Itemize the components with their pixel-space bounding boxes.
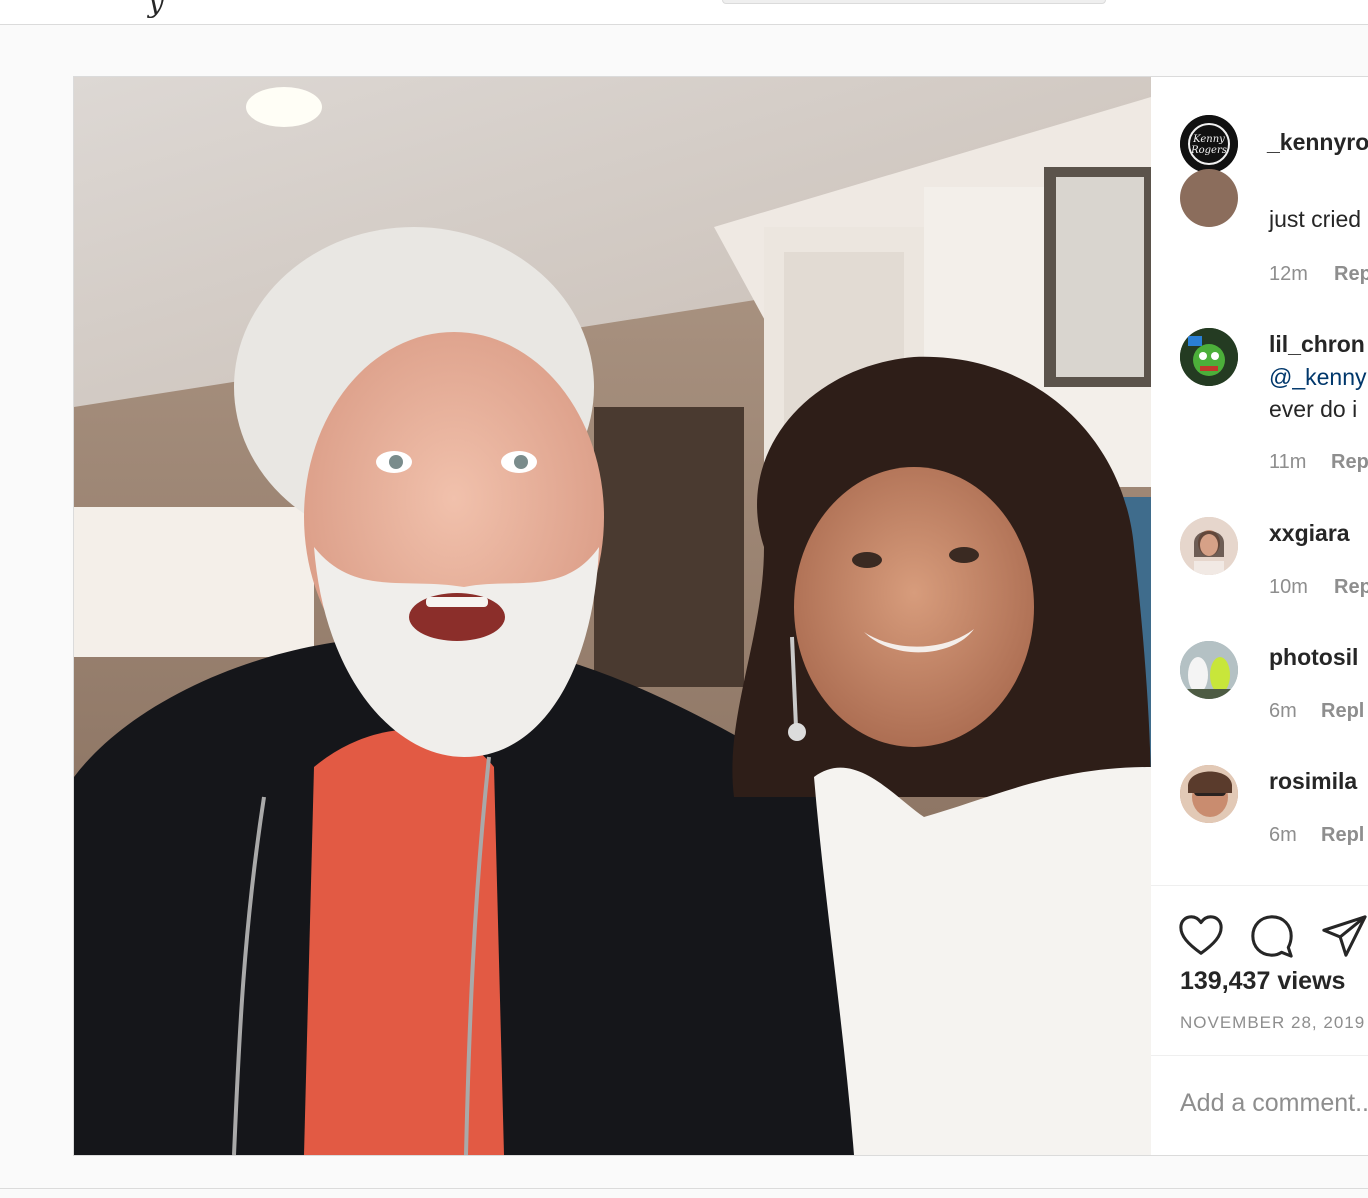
svg-text:Kenny: Kenny <box>1192 134 1225 145</box>
profile-photo-icon <box>1180 641 1238 699</box>
comment-text: just cried <box>1269 206 1362 232</box>
comment-time[interactable]: 12m <box>1269 263 1308 286</box>
add-comment-input[interactable]: Add a comment... <box>1180 1089 1368 1118</box>
post-date[interactable]: NOVEMBER 28, 2019 <box>1180 1013 1365 1033</box>
comment-time[interactable]: 10m <box>1269 576 1308 599</box>
comment-time[interactable]: 6m <box>1269 700 1297 723</box>
comment-username[interactable]: xxgiara <box>1269 520 1350 547</box>
reply-button[interactable]: Rep <box>1334 576 1368 599</box>
comment-username[interactable]: lil_chron <box>1269 331 1365 358</box>
svg-text:Rogers: Rogers <box>1190 145 1227 156</box>
reply-button[interactable]: Repl <box>1321 700 1364 723</box>
comment-time[interactable]: 6m <box>1269 824 1297 847</box>
owner-avatar[interactable]: Kenny Rogers <box>1180 115 1238 173</box>
reply-button[interactable]: Rep <box>1331 451 1368 474</box>
comment-bubble-icon[interactable] <box>1249 913 1295 959</box>
page-bottom-border <box>0 1188 1368 1189</box>
kenny-rogers-logo-icon: Kenny Rogers <box>1180 115 1238 173</box>
comment-box-divider <box>1151 1055 1368 1056</box>
profile-photo-icon <box>1180 517 1238 575</box>
commenter-avatar[interactable] <box>1180 169 1238 227</box>
instagram-logo[interactable]: y <box>148 0 164 19</box>
post-modal: Kenny Rogers _kennyro just cried 12m Rep <box>73 76 1368 1156</box>
commenter-avatar[interactable] <box>1180 328 1238 386</box>
paper-plane-icon[interactable] <box>1321 913 1367 959</box>
heart-icon[interactable] <box>1178 913 1224 959</box>
profile-photo-icon <box>1180 765 1238 823</box>
reply-button[interactable]: Rep <box>1334 263 1368 286</box>
post-video[interactable] <box>74 77 1151 1155</box>
search-input[interactable] <box>722 0 1106 4</box>
comment-text: ever do i <box>1269 396 1358 422</box>
comment-time[interactable]: 11m <box>1269 451 1306 474</box>
commenter-avatar[interactable] <box>1180 517 1238 575</box>
cartoon-avatar-icon <box>1180 328 1238 386</box>
commenter-avatar[interactable] <box>1180 765 1238 823</box>
comment-username[interactable]: photosil <box>1269 644 1358 671</box>
top-navigation-bar: y <box>0 0 1368 25</box>
owner-username[interactable]: _kennyro <box>1267 129 1368 156</box>
video-frame-image <box>74 77 1151 1155</box>
commenter-avatar[interactable] <box>1180 641 1238 699</box>
view-count[interactable]: 139,437 views <box>1180 967 1345 996</box>
comment-username[interactable]: rosimila <box>1269 768 1357 795</box>
post-sidebar: Kenny Rogers _kennyro just cried 12m Rep <box>1151 77 1368 1155</box>
reply-button[interactable]: Repl <box>1321 824 1364 847</box>
comment-mention[interactable]: @_kenny <box>1269 361 1367 393</box>
